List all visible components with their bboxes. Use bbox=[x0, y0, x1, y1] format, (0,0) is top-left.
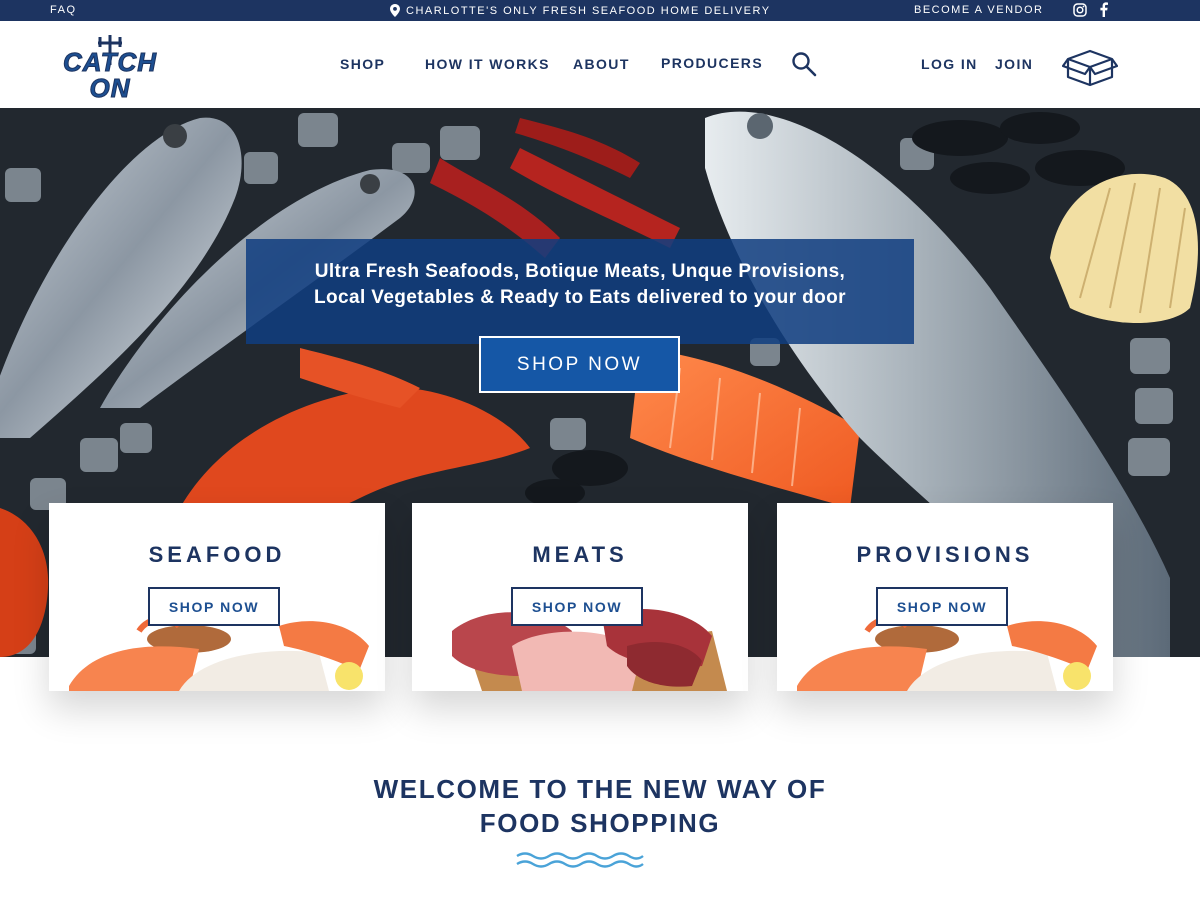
nav-about[interactable]: ABOUT bbox=[573, 56, 630, 72]
top-bar: FAQ CHARLOTTE'S ONLY FRESH SEAFOOD HOME … bbox=[0, 0, 1200, 21]
instagram-icon[interactable] bbox=[1073, 2, 1087, 17]
category-card-seafood[interactable]: SEAFOOD SHOP NOW bbox=[49, 503, 385, 691]
hero-tagline-box: Ultra Fresh Seafoods, Botique Meats, Unq… bbox=[246, 239, 914, 344]
become-vendor-link[interactable]: BECOME A VENDOR bbox=[914, 4, 1043, 16]
promo-banner: CHARLOTTE'S ONLY FRESH SEAFOOD HOME DELI… bbox=[390, 4, 771, 17]
category-title: MEATS bbox=[532, 542, 628, 567]
welcome-line2: FOOD SHOPPING bbox=[479, 808, 721, 838]
welcome-heading: WELCOME TO THE NEW WAY OF FOOD SHOPPING bbox=[0, 772, 1200, 840]
seafood-shop-now-button[interactable]: SHOP NOW bbox=[148, 587, 280, 626]
search-icon[interactable] bbox=[791, 51, 817, 77]
category-title: PROVISIONS bbox=[856, 542, 1034, 567]
facebook-icon[interactable] bbox=[1099, 2, 1108, 17]
provisions-shop-now-button[interactable]: SHOP NOW bbox=[876, 587, 1008, 626]
meats-shop-now-button[interactable]: SHOP NOW bbox=[511, 587, 643, 626]
nav-how-it-works[interactable]: HOW IT WORKS bbox=[425, 56, 550, 72]
site-header: CATCH ON SHOP HOW IT WORKS ABOUT PRODUCE… bbox=[0, 21, 1200, 108]
join-link[interactable]: JOIN bbox=[995, 56, 1033, 72]
login-link[interactable]: LOG IN bbox=[921, 56, 978, 72]
catch-on-logo[interactable]: CATCH ON bbox=[48, 35, 172, 99]
hero-tagline-line1: Ultra Fresh Seafoods, Botique Meats, Unq… bbox=[314, 261, 846, 282]
logo-line2: ON bbox=[90, 73, 131, 99]
category-title: SEAFOOD bbox=[148, 542, 286, 567]
promo-text: CHARLOTTE'S ONLY FRESH SEAFOOD HOME DELI… bbox=[406, 4, 771, 17]
category-card-meats[interactable]: MEATS SHOP NOW bbox=[412, 503, 748, 691]
faq-link[interactable]: FAQ bbox=[50, 4, 77, 16]
wave-divider-icon bbox=[516, 852, 644, 868]
nav-shop[interactable]: SHOP bbox=[340, 56, 385, 72]
category-card-provisions[interactable]: PROVISIONS SHOP NOW bbox=[777, 503, 1113, 691]
hero-shop-now-button[interactable]: SHOP NOW bbox=[479, 336, 680, 393]
box-cart-icon[interactable] bbox=[1062, 47, 1118, 87]
nav-producers[interactable]: PRODUCERS bbox=[661, 55, 763, 71]
hero-tagline-line2: Local Vegetables & Ready to Eats deliver… bbox=[314, 287, 846, 308]
social-links bbox=[1073, 2, 1108, 17]
location-pin-icon bbox=[390, 4, 400, 17]
welcome-line1: WELCOME TO THE NEW WAY OF bbox=[373, 774, 827, 804]
